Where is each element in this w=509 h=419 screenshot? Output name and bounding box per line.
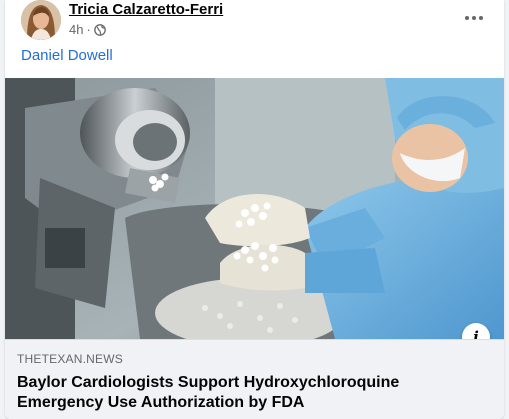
more-options-icon[interactable] xyxy=(460,6,488,30)
post-meta: 4h · xyxy=(69,22,106,37)
author-name-link[interactable]: Tricia Calzaretto-Ferri xyxy=(69,1,223,18)
post-header: Tricia Calzaretto-Ferri 4h · xyxy=(5,0,504,42)
mentioned-user-link[interactable]: Daniel Dowell xyxy=(21,47,113,64)
post-timestamp[interactable]: 4h xyxy=(69,22,83,37)
author-avatar[interactable] xyxy=(21,0,61,40)
link-domain: THETEXAN.NEWS xyxy=(17,352,123,366)
meta-separator: · xyxy=(86,22,91,37)
link-preview-image[interactable]: i xyxy=(5,78,504,339)
link-preview[interactable]: THETEXAN.NEWS Baylor Cardiologists Suppo… xyxy=(5,339,504,419)
link-title[interactable]: Baylor Cardiologists Support Hydroxychlo… xyxy=(17,373,487,413)
globe-icon xyxy=(93,23,106,36)
feed-post: Tricia Calzaretto-Ferri 4h · Daniel Dowe… xyxy=(5,0,504,419)
